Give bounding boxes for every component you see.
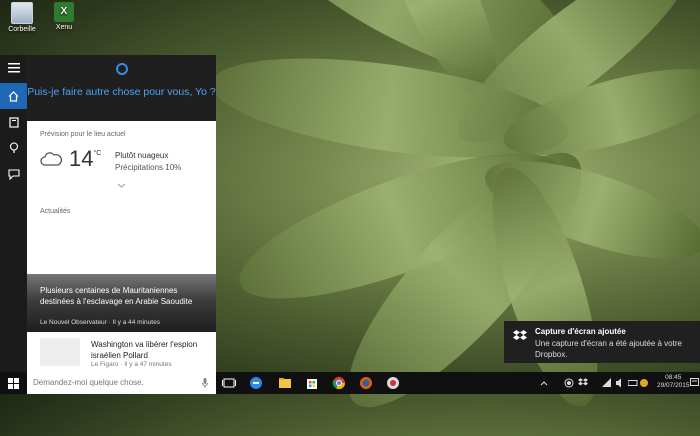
news-item-thumbnail	[40, 338, 80, 366]
store-icon[interactable]	[305, 376, 319, 390]
news-item-title: Plusieurs centaines de Mauritaniennes de…	[40, 286, 193, 306]
start-button[interactable]	[0, 372, 27, 394]
system-tray: 08:45 29/07/2015	[540, 372, 700, 394]
clock-date: 29/07/2015	[657, 382, 690, 389]
hamburger-menu-button[interactable]	[0, 55, 27, 81]
xenu-app-icon: X	[54, 2, 74, 22]
search-placeholder: Demandez-moi quelque chose.	[33, 378, 144, 387]
cortana-header: Puis-je faire autre chose pour vous, Yo …	[27, 55, 216, 121]
toast-title: Capture d'écran ajoutée	[535, 327, 626, 336]
weather-temperature: 14°C	[69, 146, 102, 171]
news-item[interactable]: Washington va libérer l'espion israélien…	[27, 332, 216, 372]
dropbox-tray-icon[interactable]	[578, 378, 588, 387]
task-view-icon[interactable]	[222, 376, 236, 390]
news-label: Actualités	[40, 208, 71, 215]
chevron-up-icon[interactable]	[540, 380, 548, 386]
volume-icon[interactable]	[615, 378, 625, 388]
firefox-icon[interactable]	[359, 376, 373, 390]
notification-toast[interactable]: Capture d'écran ajoutée Une capture d'éc…	[504, 321, 700, 363]
recording-icon[interactable]	[564, 378, 574, 388]
news-item-hero[interactable]: Plusieurs centaines de Mauritaniennes de…	[27, 274, 216, 332]
cortana-nav-rail	[0, 55, 27, 372]
desktop-icon-recycle-bin[interactable]: Corbeille	[0, 2, 44, 33]
file-explorer-icon[interactable]	[278, 376, 292, 390]
news-item-source: Le Figaro · Il y a 47 minutes	[91, 361, 172, 368]
lightbulb-icon	[9, 142, 18, 153]
taskbar-search-box[interactable]: Demandez-moi quelque chose.	[27, 372, 216, 394]
home-button[interactable]	[0, 83, 27, 109]
chrome-icon[interactable]	[332, 376, 346, 390]
weather-label: Prévision pour le lieu actuel	[40, 131, 126, 138]
cortana-panel: Puis-je faire autre chose pour vous, Yo …	[0, 55, 216, 372]
taskbar: Demandez-moi quelque chose. 08:45 29/07/…	[0, 372, 700, 394]
cortana-ring-icon	[115, 63, 128, 75]
clock-time: 08:45	[665, 374, 682, 381]
news-item-source: Le Nouvel Observateur · Il y a 44 minute…	[40, 319, 160, 326]
snipping-icon[interactable]	[386, 376, 400, 390]
desktop-icon-label: Corbeille	[8, 26, 36, 33]
windows-logo-icon	[8, 377, 19, 389]
notification-center-icon[interactable]	[690, 378, 699, 388]
toast-body: Une capture d'écran a été ajoutée à votr…	[535, 339, 682, 359]
feedback-icon	[7, 168, 20, 180]
wifi-icon[interactable]	[602, 378, 612, 388]
news-card: Actualités Plusieurs centaines de Maurit…	[27, 194, 216, 372]
recycle-bin-icon	[11, 2, 33, 24]
dropbox-icon	[513, 330, 527, 340]
battery-icon[interactable]	[628, 378, 638, 388]
weather-precipitation: Précipitations 10%	[115, 163, 182, 172]
notebook-icon	[8, 116, 19, 128]
news-item-title: Washington va libérer l'espion israélien…	[91, 340, 198, 360]
clock[interactable]: 08:45 29/07/2015	[657, 374, 690, 390]
reminders-button[interactable]	[0, 135, 27, 161]
weather-unit: °C	[93, 150, 102, 157]
weather-condition: Plutôt nuageux	[115, 151, 169, 160]
feedback-button[interactable]	[0, 161, 27, 187]
desktop-icon-xenu[interactable]: X Xenu	[42, 2, 86, 31]
chevron-down-icon[interactable]	[117, 183, 126, 188]
language-icon[interactable]	[639, 378, 649, 388]
hamburger-icon	[7, 63, 20, 73]
cloud-icon	[40, 152, 62, 166]
edge-icon[interactable]	[249, 376, 263, 390]
notebook-button[interactable]	[0, 109, 27, 135]
microphone-icon[interactable]	[202, 378, 208, 388]
home-icon	[8, 90, 19, 102]
desktop-icon-label: Xenu	[55, 24, 73, 31]
